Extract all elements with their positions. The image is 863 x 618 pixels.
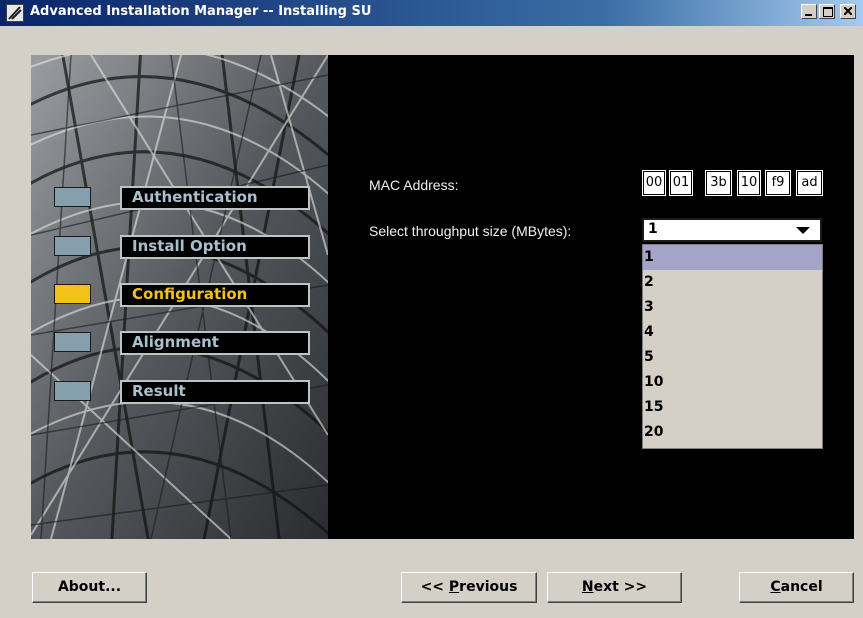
close-icon bbox=[844, 7, 852, 15]
mac-octet-3: 3b bbox=[706, 171, 731, 195]
mac-octet-2: 01 bbox=[670, 171, 692, 195]
minimize-icon bbox=[805, 14, 812, 16]
throughput-size-select[interactable]: 1 bbox=[642, 218, 822, 242]
mac-octet-1: 00 bbox=[643, 171, 665, 195]
cancel-button[interactable]: Cancel bbox=[739, 572, 854, 603]
mac-octet-4: 10 bbox=[738, 171, 760, 195]
title-bar[interactable]: Advanced Installation Manager -- Install… bbox=[0, 0, 863, 26]
next-button-mnemonic: N bbox=[581, 579, 594, 595]
throughput-option-2[interactable]: 2 bbox=[643, 270, 822, 295]
step-label-alignment: Alignment bbox=[120, 331, 310, 355]
mac-octet-6: ad bbox=[797, 171, 822, 195]
step-indicator-configuration bbox=[54, 284, 91, 304]
throughput-selected-value: 1 bbox=[648, 221, 658, 237]
previous-button-label: revious bbox=[459, 579, 518, 595]
throughput-size-label: Select throughput size (MBytes): bbox=[369, 223, 572, 239]
window-title: Advanced Installation Manager -- Install… bbox=[30, 4, 372, 19]
mac-octet-5: f9 bbox=[766, 171, 790, 195]
previous-button[interactable]: << Previous bbox=[401, 572, 537, 603]
installer-app-icon bbox=[6, 4, 24, 22]
mac-address-label: MAC Address: bbox=[369, 177, 459, 193]
step-indicator-result bbox=[54, 381, 91, 401]
installer-window: Advanced Installation Manager -- Install… bbox=[0, 0, 863, 618]
close-button[interactable] bbox=[840, 4, 856, 19]
cancel-button-mnemonic: C bbox=[770, 579, 781, 595]
previous-button-mnemonic: P bbox=[448, 579, 460, 595]
minimize-button[interactable] bbox=[801, 4, 817, 19]
previous-button-prefix: << bbox=[420, 579, 449, 595]
about-button[interactable]: About... bbox=[32, 572, 147, 603]
wizard-steps-panel: Authentication Install Option Configurat… bbox=[31, 55, 328, 539]
maximize-icon bbox=[823, 7, 833, 17]
throughput-option-15[interactable]: 15 bbox=[643, 395, 822, 420]
step-indicator-install-option bbox=[54, 236, 91, 256]
throughput-option-5[interactable]: 5 bbox=[643, 345, 822, 370]
next-button-label: ext >> bbox=[593, 579, 648, 595]
step-indicator-authentication bbox=[54, 187, 91, 207]
maximize-button[interactable] bbox=[819, 4, 835, 19]
step-label-configuration: Configuration bbox=[120, 283, 310, 307]
throughput-option-1[interactable]: 1 bbox=[643, 245, 822, 270]
chevron-down-icon[interactable] bbox=[796, 227, 810, 234]
next-button[interactable]: Next >> bbox=[547, 572, 682, 603]
step-label-install-option: Install Option bbox=[120, 235, 310, 259]
step-label-authentication: Authentication bbox=[120, 186, 310, 210]
step-indicator-alignment bbox=[54, 332, 91, 352]
throughput-options-list[interactable]: 1 2 3 4 5 10 15 20 bbox=[642, 244, 823, 449]
throughput-option-3[interactable]: 3 bbox=[643, 295, 822, 320]
throughput-option-10[interactable]: 10 bbox=[643, 370, 822, 395]
step-label-result: Result bbox=[120, 380, 310, 404]
throughput-option-4[interactable]: 4 bbox=[643, 320, 822, 345]
throughput-option-20[interactable]: 20 bbox=[643, 420, 822, 445]
cancel-button-label: ancel bbox=[780, 579, 823, 595]
